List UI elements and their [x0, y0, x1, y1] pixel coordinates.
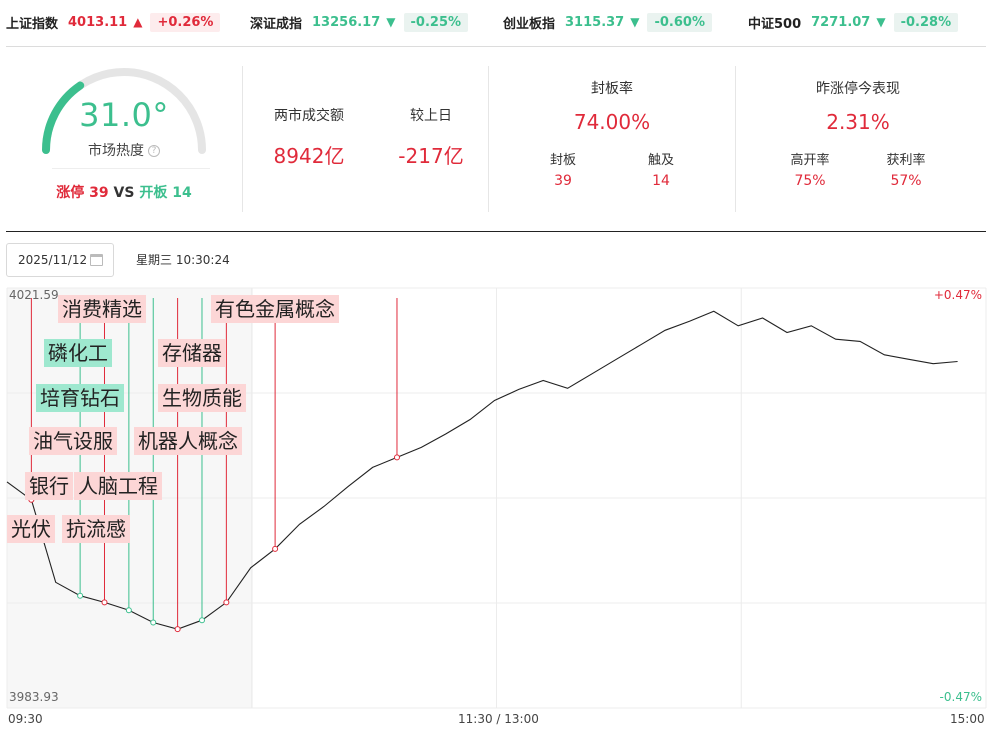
index-name: 上证指数 [6, 16, 59, 32]
panel-divider [735, 66, 736, 212]
opened-count: 14 [172, 185, 192, 201]
sector-tag[interactable]: 机器人概念 [134, 427, 242, 455]
limit-vs-opened: 涨停 39 VS 开板 14 [38, 182, 210, 202]
index-value: 3115.37 [565, 14, 625, 30]
index-name: 中证500 [748, 16, 802, 32]
opened-label: 开板 [139, 185, 168, 201]
turnover-compare-label: 较上日 [410, 108, 452, 124]
index-value: 7271.07 [811, 14, 871, 30]
profit-value: 57% [890, 173, 922, 189]
market-heat-label: 市场热度? [38, 140, 210, 160]
sector-tag[interactable]: 光伏 [7, 515, 55, 543]
touched-label: 触及 [647, 153, 674, 168]
index-item-csi500[interactable]: 中证500 7271.07 ▼ -0.28% [748, 10, 959, 34]
sector-tag[interactable]: 消费精选 [58, 295, 146, 323]
panel-bottom-divider [6, 231, 986, 232]
intraday-chart: 4021.59 3983.93 +0.47% -0.47% 09:30 11:3… [0, 282, 992, 735]
price-marker [77, 592, 84, 599]
price-marker [223, 599, 230, 606]
down-arrow-icon: ▼ [630, 15, 640, 29]
y-max-label: 4021.59 [9, 288, 59, 302]
y-min-label: 3983.93 [9, 690, 59, 704]
sector-tag[interactable]: 有色金属概念 [211, 295, 339, 323]
index-change: -0.60% [647, 12, 712, 32]
seal-rate-label: 封板率 [591, 81, 633, 97]
up-arrow-icon: ▲ [133, 15, 143, 29]
down-arrow-icon: ▼ [386, 15, 396, 29]
sector-tag[interactable]: 磷化工 [44, 339, 112, 367]
touched-value: 14 [652, 173, 670, 189]
price-marker [174, 626, 181, 633]
index-ticker: 上证指数 4013.11 ▲ +0.26% 深证成指 13256.17 ▼ -0… [0, 0, 992, 46]
price-marker [198, 617, 205, 624]
price-marker [272, 545, 279, 552]
index-item-shenzhen[interactable]: 深证成指 13256.17 ▼ -0.25% [250, 10, 469, 34]
calendar-icon[interactable] [90, 254, 103, 266]
pct-max-label: +0.47% [933, 288, 982, 302]
index-name: 深证成指 [250, 16, 303, 32]
price-marker [101, 599, 108, 606]
sealed-value: 39 [554, 173, 572, 189]
help-icon[interactable]: ? [148, 145, 160, 157]
pct-min-label: -0.47% [939, 690, 982, 704]
sector-tag[interactable]: 存储器 [158, 339, 226, 367]
limit-up-label: 涨停 [56, 185, 85, 201]
price-marker [125, 607, 132, 614]
vs-label: VS [113, 185, 135, 201]
sector-tag[interactable]: 生物质能 [158, 384, 246, 412]
seal-rate-value: 74.00% [573, 110, 651, 134]
chart-canvas [6, 287, 987, 709]
index-name: 创业板指 [503, 16, 556, 32]
yesterday-label: 昨涨停今表现 [816, 81, 900, 97]
price-marker [150, 619, 157, 626]
ticker-divider [6, 46, 986, 47]
high-open-value: 75% [794, 173, 826, 189]
market-heat-text: 市场热度 [88, 143, 144, 159]
weekday-time: 星期三 10:30:24 [136, 253, 230, 267]
limit-up-count: 39 [89, 185, 109, 201]
index-item-chinext[interactable]: 创业板指 3115.37 ▼ -0.60% [503, 10, 712, 34]
index-item-shanghai[interactable]: 上证指数 4013.11 ▲ +0.26% [6, 10, 221, 34]
index-change: -0.25% [403, 12, 469, 32]
turnover-value: 8942亿 [273, 144, 345, 168]
sector-tag[interactable]: 培育钻石 [36, 384, 124, 412]
sealed-label: 封板 [549, 153, 576, 168]
sector-tag[interactable]: 油气设服 [29, 427, 117, 455]
index-change: -0.28% [893, 12, 959, 32]
index-value: 4013.11 [68, 14, 128, 30]
turnover-label: 两市成交额 [274, 108, 344, 124]
sector-tag[interactable]: 抗流感 [62, 515, 130, 543]
profit-label: 获利率 [886, 153, 926, 168]
yesterday-value: 2.31% [826, 110, 890, 134]
index-value: 13256.17 [312, 14, 381, 30]
x-mid-label: 11:30 / 13:00 [458, 712, 539, 726]
high-open-label: 高开率 [790, 153, 830, 168]
index-change: +0.26% [150, 12, 221, 32]
date-value: 2025/11/12 [18, 253, 88, 267]
turnover-compare-value: -217亿 [398, 144, 464, 168]
sector-tag[interactable]: 人脑工程 [74, 472, 162, 500]
x-start-label: 09:30 [8, 712, 43, 726]
date-picker[interactable]: 2025/11/12 [6, 243, 114, 277]
sector-tag[interactable]: 银行 [25, 472, 73, 500]
panel-divider [242, 66, 243, 212]
price-marker [393, 454, 400, 461]
down-arrow-icon: ▼ [876, 15, 886, 29]
gauge-divider [52, 168, 210, 169]
panel-divider [488, 66, 489, 212]
x-end-label: 15:00 [950, 712, 985, 726]
market-heat-value: 31.0° [79, 96, 169, 134]
